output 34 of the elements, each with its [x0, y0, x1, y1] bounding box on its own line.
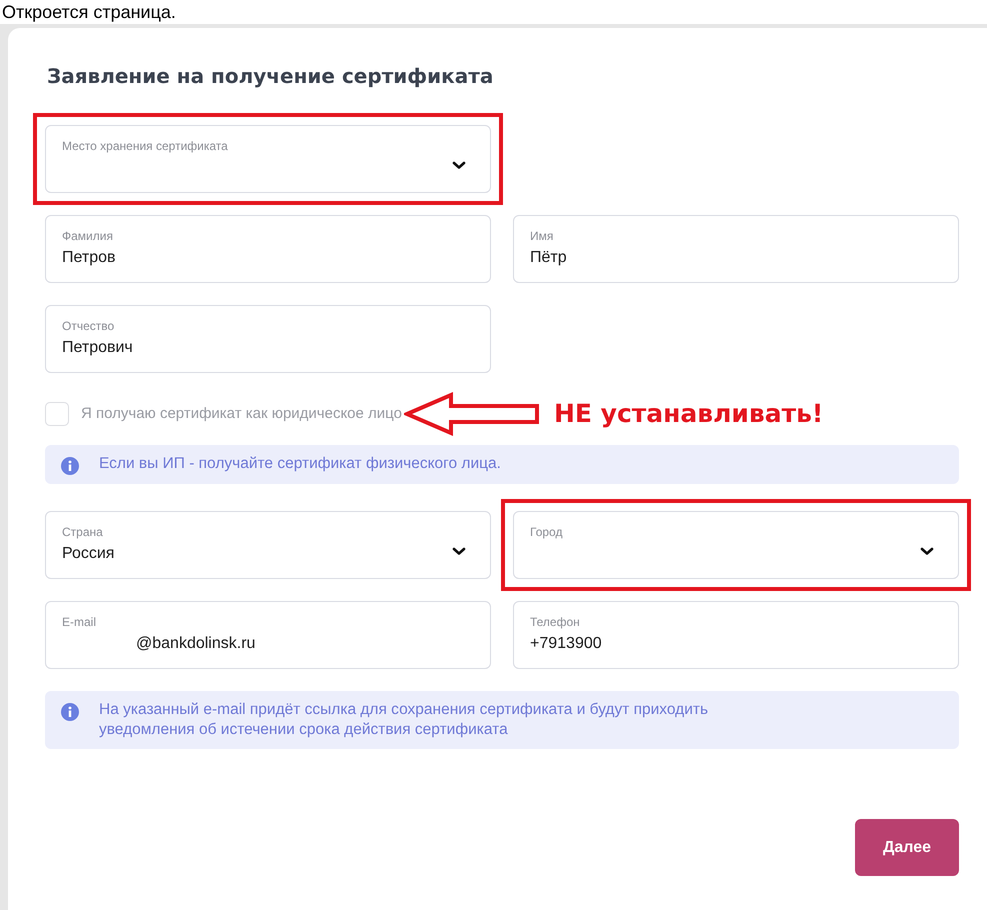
next-button[interactable]: Далее	[855, 819, 959, 876]
field-label: Страна	[62, 524, 104, 540]
select-field[interactable]: Страна Россия	[45, 511, 491, 579]
chevron-down-icon	[920, 546, 934, 556]
field-value: Россия	[62, 544, 116, 564]
input-field[interactable]: Имя Пётр	[513, 215, 959, 283]
field-value: Пётр	[530, 248, 568, 268]
chevron-down-icon	[452, 160, 466, 170]
input-field[interactable]: Отчество Петрович	[45, 305, 491, 373]
annotation-text: НЕ устанавливать!	[554, 398, 824, 430]
checkbox-label: Я получаю сертификат как юридическое лицо	[81, 404, 402, 424]
info-text: На указанный e-mail придёт ссылка для сохранения сертификата и будут приходить уведомления об истечении срока действия сертификата	[99, 700, 710, 740]
chevron-down-icon	[452, 546, 466, 556]
field-label: Место хранения сертификата	[62, 138, 229, 154]
arrow-left-icon	[404, 392, 540, 436]
field-label: Отчество	[62, 318, 116, 334]
field-label: Фамилия	[62, 228, 114, 244]
input-field[interactable]: Фамилия Петров	[45, 215, 491, 283]
field-label: E-mail	[62, 614, 98, 630]
input-field[interactable]: Телефон +7913900	[513, 601, 959, 669]
field-label: Имя	[530, 228, 554, 244]
field-value: Петрович	[62, 338, 134, 358]
field-value: Петров	[62, 248, 116, 268]
form-title: Заявление на получение сертификата	[47, 63, 494, 90]
info-icon	[61, 703, 79, 721]
info-icon	[61, 457, 79, 475]
info-text: Если вы ИП - получайте сертификат физического лица.	[99, 454, 501, 474]
field-label: Город	[530, 524, 564, 540]
field-value: +7913900	[530, 634, 603, 654]
field-label: Телефон	[530, 614, 581, 630]
field-value: @bankdolinsk.ru	[135, 634, 256, 654]
intro-text: Откроется страница.	[2, 1, 176, 23]
input-field[interactable]: E-mail @bankdolinsk.ru	[45, 601, 491, 669]
legal-entity-checkbox[interactable]	[45, 402, 69, 426]
